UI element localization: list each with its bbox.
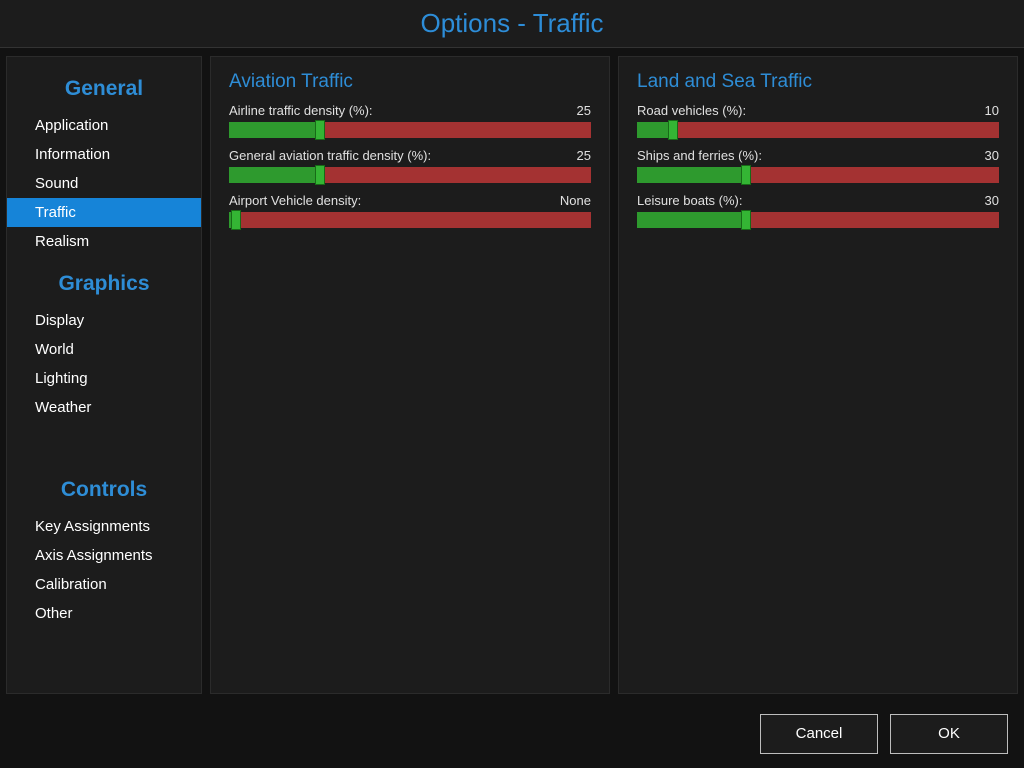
footer: Cancel OK [0,700,1024,768]
slider-label: Leisure boats (%): [637,193,743,208]
slider-block: Ships and ferries (%): 30 [637,148,999,183]
slider-block: Leisure boats (%): 30 [637,193,999,228]
slider-thumb[interactable] [741,210,751,230]
body: GeneralApplicationInformationSoundTraffi… [0,48,1024,700]
slider-value: None [560,193,591,208]
slider-track[interactable] [229,212,591,228]
nav-item-axis-assignments[interactable]: Axis Assignments [7,541,201,570]
slider-label-row: General aviation traffic density (%): 25 [229,148,591,163]
nav-item-application[interactable]: Application [7,111,201,140]
slider-track[interactable] [637,122,999,138]
sidebar: GeneralApplicationInformationSoundTraffi… [6,56,202,694]
slider-value: 30 [985,148,999,163]
slider-block: General aviation traffic density (%): 25 [229,148,591,183]
slider-track[interactable] [637,167,999,183]
nav-group-title: Graphics [7,256,201,306]
slider-label-row: Airline traffic density (%): 25 [229,103,591,118]
slider-thumb[interactable] [741,165,751,185]
slider-block: Airline traffic density (%): 25 [229,103,591,138]
slider-track[interactable] [229,122,591,138]
nav-item-traffic[interactable]: Traffic [7,198,201,227]
slider-block: Airport Vehicle density: None [229,193,591,228]
nav-item-realism[interactable]: Realism [7,227,201,256]
nav-item-display[interactable]: Display [7,306,201,335]
nav-group-title: Controls [7,422,201,512]
slider-thumb[interactable] [668,120,678,140]
slider-fill [637,212,746,228]
panel-land-sea-traffic: Land and Sea Traffic Road vehicles (%): 10… [618,56,1018,694]
slider-value: 25 [577,148,591,163]
nav-item-sound[interactable]: Sound [7,169,201,198]
nav-item-world[interactable]: World [7,335,201,364]
nav-item-calibration[interactable]: Calibration [7,570,201,599]
nav-item-lighting[interactable]: Lighting [7,364,201,393]
slider-fill [637,167,746,183]
slider-fill [229,167,320,183]
slider-block: Road vehicles (%): 10 [637,103,999,138]
slider-label-row: Road vehicles (%): 10 [637,103,999,118]
slider-track[interactable] [229,167,591,183]
slider-value: 10 [985,103,999,118]
cancel-button[interactable]: Cancel [760,714,878,754]
slider-label: Ships and ferries (%): [637,148,762,163]
panel-title: Aviation Traffic [229,71,591,93]
slider-thumb[interactable] [315,120,325,140]
nav-item-key-assignments[interactable]: Key Assignments [7,512,201,541]
slider-fill [229,122,320,138]
nav-item-information[interactable]: Information [7,140,201,169]
slider-label: Airport Vehicle density: [229,193,361,208]
slider-track[interactable] [637,212,999,228]
slider-thumb[interactable] [231,210,241,230]
slider-label: General aviation traffic density (%): [229,148,431,163]
slider-thumb[interactable] [315,165,325,185]
slider-label-row: Airport Vehicle density: None [229,193,591,208]
slider-value: 25 [577,103,591,118]
ok-button[interactable]: OK [890,714,1008,754]
window-title: Options - Traffic [0,0,1024,48]
slider-value: 30 [985,193,999,208]
nav-item-other[interactable]: Other [7,599,201,628]
panel-title: Land and Sea Traffic [637,71,999,93]
options-window: Options - Traffic GeneralApplicationInfo… [0,0,1024,768]
nav-item-weather[interactable]: Weather [7,393,201,422]
panel-aviation-traffic: Aviation Traffic Airline traffic density … [210,56,610,694]
slider-label-row: Ships and ferries (%): 30 [637,148,999,163]
slider-label-row: Leisure boats (%): 30 [637,193,999,208]
slider-label: Airline traffic density (%): [229,103,373,118]
nav-group-title: General [7,61,201,111]
slider-label: Road vehicles (%): [637,103,746,118]
